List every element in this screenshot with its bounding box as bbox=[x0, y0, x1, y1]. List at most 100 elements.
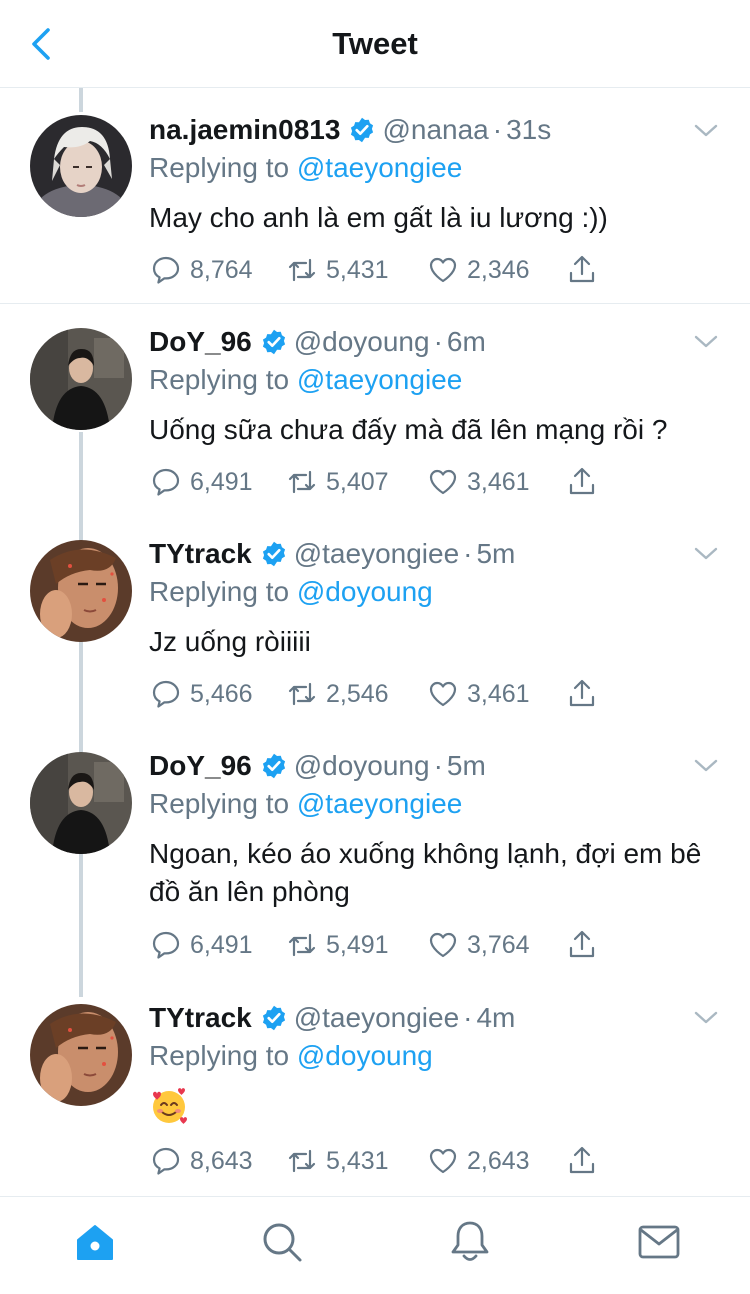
separator-dot: · bbox=[492, 114, 503, 145]
handle[interactable]: @nanaa bbox=[382, 114, 488, 146]
like-button[interactable]: 3,461 bbox=[427, 677, 530, 711]
tweet-menu-button[interactable] bbox=[692, 327, 720, 355]
tab-messages[interactable] bbox=[636, 1219, 682, 1265]
heart-icon bbox=[429, 932, 457, 958]
separator-dot: · bbox=[433, 750, 443, 781]
retweet-button[interactable]: 5,407 bbox=[286, 465, 389, 499]
display-name[interactable]: TYtrack bbox=[149, 538, 252, 570]
reply-icon bbox=[152, 1147, 180, 1175]
mention-link[interactable]: @doyoung bbox=[297, 1040, 433, 1071]
tweet-menu-button[interactable] bbox=[692, 1003, 720, 1031]
handle[interactable]: @doyoung bbox=[294, 326, 430, 358]
retweet-button[interactable]: 5,431 bbox=[286, 253, 389, 287]
reply-button[interactable]: 6,491 bbox=[150, 928, 253, 962]
avatar[interactable] bbox=[30, 115, 132, 217]
tweet: DoY_96 @doyoung · 5m Replying to @taeyon… bbox=[0, 729, 750, 981]
verified-badge-icon bbox=[260, 752, 288, 780]
verified-badge-icon bbox=[260, 540, 288, 568]
replying-to: Replying to @taeyongiee bbox=[149, 788, 462, 820]
like-count: 2,346 bbox=[467, 255, 530, 284]
verified-badge-icon bbox=[348, 116, 376, 144]
retweet-icon bbox=[288, 682, 316, 706]
tweet-menu-button[interactable] bbox=[692, 751, 720, 779]
share-icon bbox=[569, 930, 595, 958]
like-count: 3,764 bbox=[467, 930, 530, 959]
retweet-count: 5,431 bbox=[326, 1146, 389, 1175]
avatar[interactable] bbox=[30, 540, 132, 642]
reply-button[interactable]: 6,491 bbox=[150, 465, 253, 499]
reply-count: 6,491 bbox=[190, 467, 253, 496]
heart-icon bbox=[429, 1148, 457, 1174]
retweet-icon bbox=[288, 470, 316, 494]
share-button[interactable] bbox=[566, 928, 606, 962]
handle[interactable]: @taeyongiee bbox=[294, 538, 459, 570]
avatar[interactable] bbox=[30, 752, 132, 854]
replying-to: Replying to @taeyongiee bbox=[149, 364, 462, 396]
like-count: 3,461 bbox=[467, 679, 530, 708]
avatar[interactable] bbox=[30, 1004, 132, 1106]
retweet-count: 5,431 bbox=[326, 255, 389, 284]
reply-count: 8,764 bbox=[190, 255, 253, 284]
separator-dot: · bbox=[463, 1002, 473, 1033]
reply-count: 8,643 bbox=[190, 1146, 253, 1175]
mention-link[interactable]: @taeyongiee bbox=[297, 788, 462, 819]
handle[interactable]: @doyoung bbox=[294, 750, 430, 782]
retweet-button[interactable]: 5,431 bbox=[286, 1144, 389, 1178]
share-icon bbox=[569, 467, 595, 495]
mention-link[interactable]: @taeyongiee bbox=[297, 364, 462, 395]
heart-icon bbox=[429, 469, 457, 495]
tweet: TYtrack @taeyongiee · 5m Replying to @do… bbox=[0, 517, 750, 729]
smiling-face-with-hearts-icon bbox=[149, 1086, 189, 1126]
replying-to-label: Replying to bbox=[149, 152, 290, 183]
reply-count: 6,491 bbox=[190, 930, 253, 959]
heart-icon bbox=[429, 681, 457, 707]
reply-icon bbox=[152, 931, 180, 959]
replying-to-label: Replying to bbox=[149, 364, 290, 395]
like-button[interactable]: 3,764 bbox=[427, 928, 530, 962]
share-button[interactable] bbox=[566, 253, 606, 287]
avatar[interactable] bbox=[30, 328, 132, 430]
tab-search[interactable] bbox=[259, 1219, 305, 1265]
tweet: DoY_96 @doyoung · 6m Replying to @taeyon… bbox=[0, 305, 750, 517]
display-name[interactable]: DoY_96 bbox=[149, 326, 252, 358]
display-name[interactable]: DoY_96 bbox=[149, 750, 252, 782]
header-bar: Tweet bbox=[0, 0, 750, 88]
share-button[interactable] bbox=[566, 677, 606, 711]
tab-home[interactable] bbox=[72, 1219, 118, 1265]
mention-link[interactable]: @taeyongiee bbox=[297, 152, 462, 183]
like-button[interactable]: 3,461 bbox=[427, 465, 530, 499]
heart-icon bbox=[429, 257, 457, 283]
tweet-menu-button[interactable] bbox=[692, 539, 720, 567]
timestamp: 5m bbox=[446, 750, 486, 781]
reply-button[interactable]: 8,643 bbox=[150, 1144, 253, 1178]
handle[interactable]: @taeyongiee bbox=[294, 1002, 459, 1034]
like-button[interactable]: 2,346 bbox=[427, 253, 530, 287]
share-button[interactable] bbox=[566, 1144, 606, 1178]
display-name[interactable]: TYtrack bbox=[149, 1002, 252, 1034]
reply-button[interactable]: 8,764 bbox=[150, 253, 253, 287]
tweet-header: DoY_96 @doyoung · 6m bbox=[149, 324, 486, 360]
tweet-header: na.jaemin0813 @nanaa · 31s bbox=[149, 112, 551, 148]
tweet-menu-button[interactable] bbox=[692, 116, 720, 144]
chevron-down-icon bbox=[694, 759, 718, 772]
retweet-button[interactable]: 5,491 bbox=[286, 928, 389, 962]
messages-icon bbox=[638, 1225, 680, 1259]
retweet-count: 5,491 bbox=[326, 930, 389, 959]
retweet-count: 2,546 bbox=[326, 679, 389, 708]
timestamp: 6m bbox=[446, 326, 486, 357]
display-name[interactable]: na.jaemin0813 bbox=[149, 114, 340, 146]
share-icon bbox=[569, 679, 595, 707]
tweet-text: Uống sữa chưa đấy mà đã lên mạng rồi ? bbox=[149, 414, 668, 445]
tweet-text: Ngoan, kéo áo xuống không lạnh, đợi em b… bbox=[149, 838, 702, 907]
bottom-tab-bar bbox=[0, 1196, 750, 1294]
retweet-button[interactable]: 2,546 bbox=[286, 677, 389, 711]
reply-button[interactable]: 5,466 bbox=[150, 677, 253, 711]
tab-notifications[interactable] bbox=[447, 1219, 493, 1265]
like-button[interactable]: 2,643 bbox=[427, 1144, 530, 1178]
mention-link[interactable]: @doyoung bbox=[297, 576, 433, 607]
share-icon bbox=[569, 1146, 595, 1174]
replying-to: Replying to @taeyongiee bbox=[149, 152, 462, 184]
chevron-down-icon bbox=[694, 124, 718, 137]
share-button[interactable] bbox=[566, 465, 606, 499]
retweet-icon bbox=[288, 258, 316, 282]
